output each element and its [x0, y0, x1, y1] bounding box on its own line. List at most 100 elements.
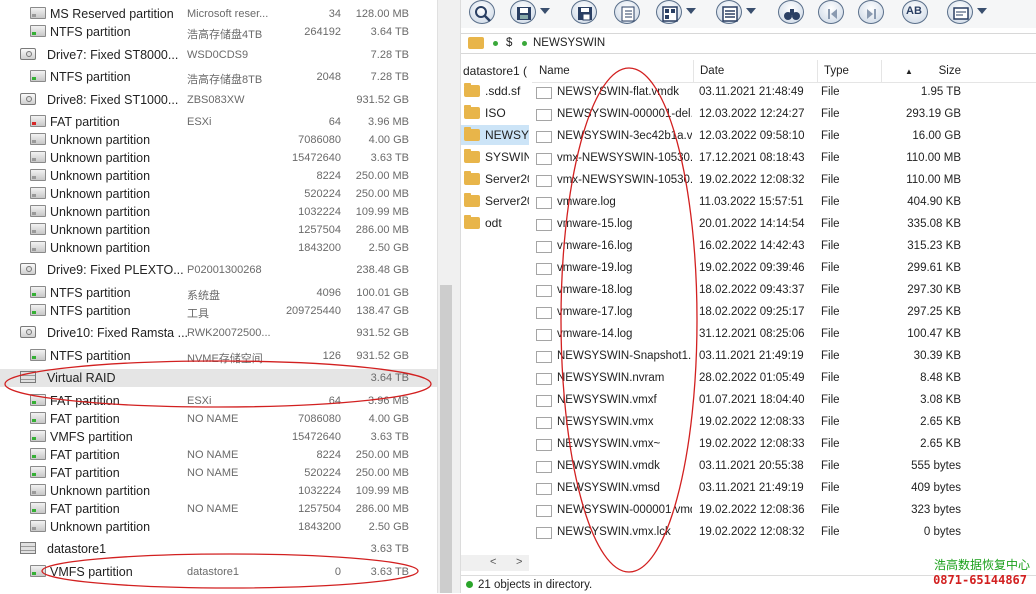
folder-tree-item[interactable]: NEWSYSW	[461, 125, 529, 145]
partition-row[interactable]: FAT partition NO NAME 1257504 286.00 MB	[0, 500, 437, 518]
scroll-right-icon[interactable]: >	[516, 556, 522, 568]
folder-tree-item[interactable]: .sdd.sf	[461, 81, 529, 101]
folder-tree-item[interactable]: ISO	[461, 103, 529, 123]
device-row[interactable]: datastore1 3.63 TB	[0, 540, 437, 558]
file-row[interactable]: vmx-NEWSYSWIN-10530... 19.02.2022 12:08:3…	[532, 170, 1036, 192]
file-row[interactable]: NEWSYSWIN-000001.vmdk 19.02.2022 12:08:36…	[532, 500, 1036, 522]
list-view-button[interactable]	[716, 0, 742, 24]
partition-icon	[30, 115, 46, 127]
file-row[interactable]: NEWSYSWIN.vmdk 03.11.2021 20:55:38 File 555…	[532, 456, 1036, 478]
task-list-button[interactable]	[614, 0, 640, 24]
hard-drive-icon	[20, 48, 36, 60]
partition-row[interactable]: Unknown partition 7086080 4.00 GB	[0, 131, 437, 149]
folder-tree-item[interactable]: SYSWIN	[461, 147, 529, 167]
device-row[interactable]: Drive9: Fixed PLEXTO... P02001300268 238.4…	[0, 261, 437, 279]
sort-ascending-icon: ▲	[905, 67, 913, 76]
column-header-type[interactable]: Type	[824, 65, 849, 77]
file-row[interactable]: vmware-16.log 16.02.2022 14:42:43 File 315.…	[532, 236, 1036, 258]
back-button[interactable]	[818, 0, 844, 24]
explorer-panel: AB $ NEWSYSWIN datastore1 (.sdd.sf ISO NEW…	[461, 0, 1036, 594]
file-type: File	[821, 438, 840, 450]
row-start-sector: 1257504	[298, 503, 341, 515]
chevron-down-icon[interactable]	[540, 8, 550, 14]
partition-row[interactable]: FAT partition NO NAME 7086080 4.00 GB	[0, 410, 437, 428]
row-size: 286.00 MB	[355, 503, 409, 515]
file-row[interactable]: vmware-14.log 31.12.2021 08:25:06 File 100.…	[532, 324, 1036, 346]
partition-row[interactable]: Unknown partition 8224 250.00 MB	[0, 167, 437, 185]
chevron-down-icon[interactable]	[746, 8, 756, 14]
search-button[interactable]	[469, 0, 495, 24]
file-row[interactable]: NEWSYSWIN.vmxf 01.07.2021 18:04:40 File 3.0…	[532, 390, 1036, 412]
device-tree-scrollbar[interactable]	[437, 0, 455, 593]
path-bar[interactable]: $ NEWSYSWIN	[461, 33, 1036, 54]
partition-row[interactable]: Unknown partition 1843200 2.50 GB	[0, 239, 437, 257]
file-row[interactable]: vmware.log 11.03.2022 15:57:51 File 404.90 …	[532, 192, 1036, 214]
file-row[interactable]: vmware-17.log 18.02.2022 09:25:17 File 297.…	[532, 302, 1036, 324]
folder-tree-item[interactable]: odt	[461, 213, 529, 233]
file-size: 30.39 KB	[913, 350, 961, 362]
scrollbar-thumb[interactable]	[440, 285, 452, 593]
column-divider[interactable]	[881, 60, 882, 82]
display-button[interactable]	[947, 0, 973, 24]
status-dot-icon	[493, 41, 498, 46]
file-row[interactable]: NEWSYSWIN.vmx 19.02.2022 12:08:33 File 2.65…	[532, 412, 1036, 434]
partition-row[interactable]: FAT partition ESXi 64 3.96 MB	[0, 113, 437, 131]
partition-row[interactable]: Unknown partition 1032224 109.99 MB	[0, 482, 437, 500]
partition-row[interactable]: NTFS partition 工具 209725440 138.47 GB	[0, 302, 437, 320]
folder-tree-item[interactable]: Server20	[461, 191, 529, 211]
column-divider[interactable]	[693, 60, 694, 82]
path-segment-folder[interactable]: NEWSYSWIN	[533, 37, 605, 49]
partition-row[interactable]: VMFS partition 15472640 3.63 TB	[0, 428, 437, 446]
partition-row[interactable]: FAT partition NO NAME 8224 250.00 MB	[0, 446, 437, 464]
partition-row[interactable]: Unknown partition 1843200 2.50 GB	[0, 518, 437, 536]
file-row[interactable]: NEWSYSWIN-flat.vmdk 03.11.2021 21:48:49 Fi…	[532, 82, 1036, 104]
partition-row[interactable]: MS Reserved partition Microsoft reser... 3…	[0, 5, 437, 23]
column-header-name[interactable]: Name	[539, 65, 570, 77]
device-row[interactable]: Drive8: Fixed ST1000... ZBS083XW 931.52 GB	[0, 91, 437, 109]
file-row[interactable]: NEWSYSWIN.vmsd 03.11.2021 21:49:19 File 409…	[532, 478, 1036, 500]
partition-row[interactable]: Unknown partition 520224 250.00 MB	[0, 185, 437, 203]
partition-row[interactable]: Unknown partition 15472640 3.63 TB	[0, 149, 437, 167]
partition-row[interactable]: NTFS partition 浩高存储盘4TB 264192 3.64 TB	[0, 23, 437, 41]
device-row[interactable]: Virtual RAID 3.64 TB	[0, 369, 437, 387]
file-row[interactable]: vmware-15.log 20.01.2022 14:14:54 File 335.…	[532, 214, 1036, 236]
file-row[interactable]: NEWSYSWIN.nvram 28.02.2022 01:05:49 File 8.…	[532, 368, 1036, 390]
case-button[interactable]: AB	[902, 0, 928, 24]
file-row[interactable]: NEWSYSWIN.vmx~ 19.02.2022 12:08:33 File 2.6…	[532, 434, 1036, 456]
find-button[interactable]	[778, 0, 804, 24]
chevron-down-icon[interactable]	[977, 8, 987, 14]
folder-tree-hscrollbar[interactable]: < >	[461, 555, 529, 571]
partition-row[interactable]: FAT partition ESXi 64 3.96 MB	[0, 392, 437, 410]
file-row[interactable]: NEWSYSWIN-3ec42b1a.v... 12.03.2022 09:58:…	[532, 126, 1036, 148]
file-row[interactable]: NEWSYSWIN-000001-del... 12.03.2022 12:24:…	[532, 104, 1036, 126]
save-button[interactable]	[510, 0, 536, 24]
column-header-date[interactable]: Date	[700, 65, 724, 77]
folder-tree-item[interactable]: Server20	[461, 169, 529, 189]
device-row[interactable]: Drive7: Fixed ST8000... WSD0CDS9 7.28 TB	[0, 46, 437, 64]
path-segment-root[interactable]: $	[506, 37, 512, 49]
panel-splitter[interactable]	[454, 0, 461, 593]
file-type: File	[821, 130, 840, 142]
partition-row[interactable]: VMFS partition datastore1 0 3.63 TB	[0, 563, 437, 581]
partition-row[interactable]: NTFS partition 系统盘 4096 100.01 GB	[0, 284, 437, 302]
file-row[interactable]: vmware-18.log 18.02.2022 09:43:37 File 297.…	[532, 280, 1036, 302]
scroll-left-icon[interactable]: <	[490, 556, 496, 568]
chevron-down-icon[interactable]	[686, 8, 696, 14]
device-row[interactable]: Drive10: Fixed Ramsta ... RWK20072500... 9…	[0, 324, 437, 342]
folder-tree-label: odt	[485, 216, 502, 230]
column-header-size[interactable]: Size	[939, 65, 961, 77]
partition-row[interactable]: FAT partition NO NAME 520224 250.00 MB	[0, 464, 437, 482]
partition-row[interactable]: NTFS partition NVME存储空间 126 931.52 GB	[0, 347, 437, 365]
partition-row[interactable]: NTFS partition 浩高存储盘8TB 2048 7.28 TB	[0, 68, 437, 86]
folder-tree-item[interactable]: datastore1 (	[461, 61, 529, 81]
forward-button[interactable]	[858, 0, 884, 24]
view-button[interactable]	[656, 0, 682, 24]
file-row[interactable]: vmware-19.log 19.02.2022 09:39:46 File 299.…	[532, 258, 1036, 280]
file-row[interactable]: vmx-NEWSYSWIN-10530... 17.12.2021 08:18:4…	[532, 148, 1036, 170]
partition-row[interactable]: Unknown partition 1257504 286.00 MB	[0, 221, 437, 239]
column-divider[interactable]	[817, 60, 818, 82]
partition-row[interactable]: Unknown partition 1032224 109.99 MB	[0, 203, 437, 221]
file-row[interactable]: NEWSYSWIN.vmx.lck 19.02.2022 12:08:32 File…	[532, 522, 1036, 544]
file-row[interactable]: NEWSYSWIN-Snapshot1.... 03.11.2021 21:49:…	[532, 346, 1036, 368]
save-region-button[interactable]	[571, 0, 597, 24]
